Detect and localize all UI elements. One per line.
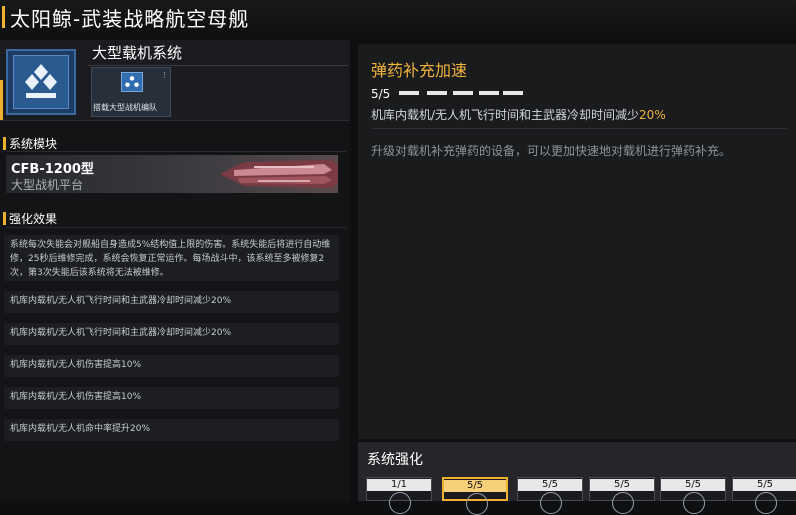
effect-item: 机库内载机/无人机飞行时间和主武器冷却时间减少20% [4,291,339,313]
upgrade-level: 5/5 [371,87,391,101]
enhance-slot[interactable]: 5/5 [660,477,726,514]
upgrade-effect-text: 机库内载机/无人机飞行时间和主武器冷却时间减少 [371,108,640,122]
ship-image [220,160,338,188]
slot-level: 5/5 [444,480,506,492]
slot-icon [466,493,488,515]
effect-item: 机库内载机/无人机命中率提升20% [4,419,339,441]
slot-level: 5/5 [590,479,654,491]
enhance-slot[interactable]: 5/5 [517,477,583,514]
slot-level: 5/5 [733,479,796,491]
slot-icon [540,492,562,514]
module-name: CFB-1200型 [11,162,94,177]
system-name: 大型载机系统 [92,44,183,62]
slot-icon [755,492,777,514]
enhance-slot[interactable]: 5/5 [732,477,796,514]
enhance-title: 系统强化 [367,452,423,468]
slot-icon [612,492,634,514]
effect-item: 系统每次失能会对舰船自身造成5%结构值上限的伤害。系统失能后将进行自动维修，25… [4,235,339,281]
effect-item: 机库内载机/无人机伤害提高10% [4,355,339,377]
module-type: 大型战机平台 [11,178,84,192]
slot-level: 1/1 [367,479,431,491]
page-title: 太阳鲸-武装战略航空母舰 [10,7,250,31]
aircraft-formation-icon [25,64,57,98]
more-icon: ⁝ [163,71,166,81]
upgrade-description: 升级对载机补充弹药的设备，可以更加快速地对载机进行弹药补充。 [371,144,732,158]
slot-level: 5/5 [518,479,582,491]
upgrade-title: 弹药补充加速 [371,61,468,80]
upgrade-effect: 机库内载机/无人机飞行时间和主武器冷却时间减少20% [371,106,666,123]
section-marker [3,212,6,225]
divider [371,128,787,129]
level-pip [453,91,473,95]
level-pip [503,91,523,95]
section-marker [3,137,6,150]
title-accent-bar [2,6,5,28]
enhance-slot[interactable]: 5/5 [589,477,655,514]
upgrade-detail-panel [358,44,796,439]
slot-icon [389,492,411,514]
enhance-slot[interactable]: 1/1 [366,477,432,514]
divider [6,227,346,228]
divider [6,151,346,152]
upgrade-effect-value: 20% [639,108,666,122]
triangle-formation-icon [121,72,143,92]
slot-level: 5/5 [661,479,725,491]
effect-item: 机库内载机/无人机伤害提高10% [4,387,339,409]
level-pip [427,91,447,95]
divider [88,65,348,66]
level-pip [399,91,419,95]
enhance-slot-selected[interactable]: 5/5 [442,477,508,515]
slot-icon [683,492,705,514]
level-pip [479,91,499,95]
effects-section-title: 强化效果 [9,212,58,226]
sub-system-label: 搭载大型战机编队 [93,103,157,112]
module-section-title: 系统模块 [9,137,58,151]
selected-indicator [0,80,3,120]
effect-item: 机库内载机/无人机飞行时间和主武器冷却时间减少20% [4,323,339,345]
